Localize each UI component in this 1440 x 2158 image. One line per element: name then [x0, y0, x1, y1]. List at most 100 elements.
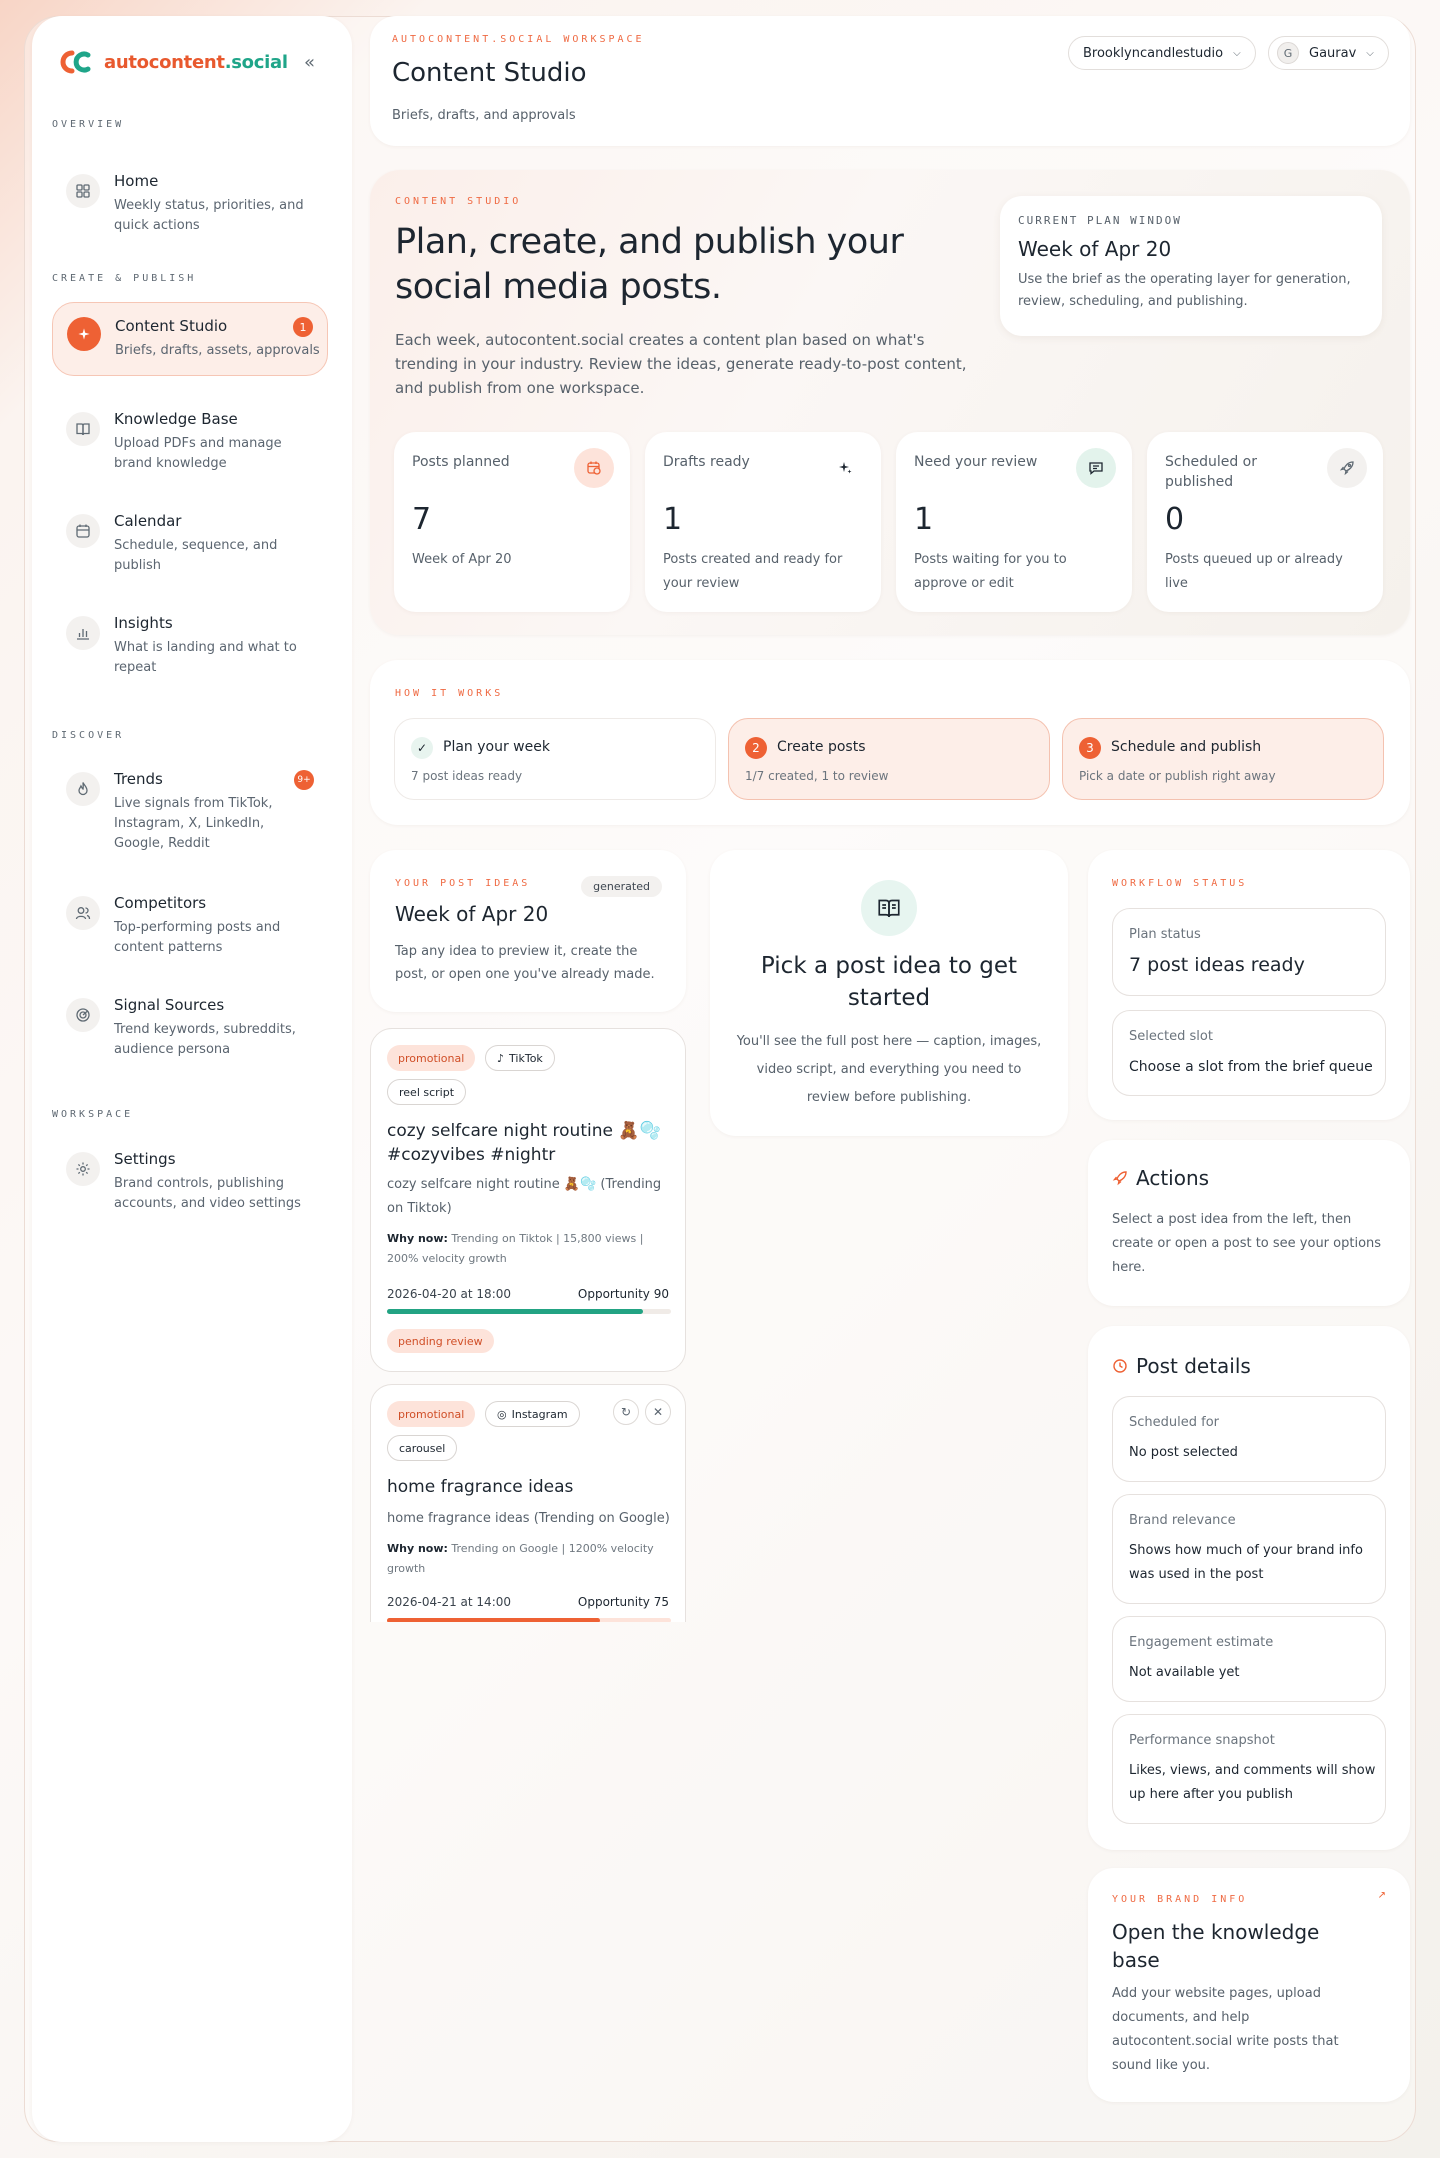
workflow-status: WORKFLOW STATUS Plan status 7 post ideas…	[1088, 850, 1410, 1120]
step-desc: 7 post ideas ready	[411, 769, 523, 783]
stat-label: Drafts ready	[663, 454, 750, 470]
stat-label: Scheduled or published	[1165, 454, 1257, 490]
nav-label: Competitors	[114, 894, 207, 912]
opportunity-fill	[387, 1618, 600, 1622]
sidebar-item-settings[interactable]: Settings Brand controls, publishing acco…	[52, 1134, 328, 1214]
sparkle-icon	[67, 317, 101, 351]
step-title: Plan your week	[443, 739, 550, 755]
sparkle-icon	[825, 448, 865, 488]
sidebar: autocontent.social « OVERVIEW Home Weekl…	[32, 16, 352, 2142]
collapse-sidebar-icon[interactable]: «	[304, 52, 315, 73]
avatar: G	[1277, 42, 1299, 64]
nav-desc: Brand controls, publishing accounts, and…	[114, 1176, 301, 1211]
tiktok-icon: ♪	[497, 1051, 505, 1065]
opportunity-bar	[387, 1309, 671, 1314]
sidebar-item-knowledge-base[interactable]: Knowledge Base Upload PDFs and manage br…	[52, 394, 328, 474]
nav-label: Settings	[114, 1150, 176, 1168]
box-label: Performance snapshot	[1129, 1733, 1275, 1748]
stat-drafts-ready: Drafts ready 1 Posts created and ready f…	[645, 432, 881, 612]
post-details: Post details Scheduled for No post selec…	[1088, 1326, 1410, 1850]
sidebar-item-trends[interactable]: Trends Live signals from TikTok, Instagr…	[52, 754, 328, 854]
box-label: Brand relevance	[1129, 1513, 1236, 1528]
status-badge: pending review	[387, 1329, 494, 1353]
close-icon[interactable]: ✕	[645, 1399, 671, 1425]
section-overview: OVERVIEW	[52, 119, 125, 130]
actions-desc: Select a post idea from the left, then c…	[1112, 1212, 1382, 1275]
step-title: Schedule and publish	[1111, 739, 1262, 755]
sidebar-item-home[interactable]: Home Weekly status, priorities, and quic…	[52, 156, 328, 248]
arrow-icon: ↗	[1377, 1890, 1386, 1901]
ideas-desc: Tap any idea to preview it, create the p…	[395, 944, 655, 982]
opportunity-bar	[387, 1618, 671, 1622]
sidebar-item-content-studio[interactable]: Content Studio Briefs, drafts, assets, a…	[52, 302, 328, 376]
post-title: cozy selfcare night routine 🧸🫧 #cozyvibe…	[387, 1121, 661, 1165]
nav-desc: Top-performing posts and content pattern…	[114, 920, 281, 955]
post-idea-card[interactable]: promotional ♪ TikTok reel script cozy sel…	[370, 1028, 686, 1372]
page-subtitle: Briefs, drafts, and approvals	[392, 108, 576, 123]
ideas-title: Week of Apr 20	[395, 902, 549, 926]
sidebar-item-competitors[interactable]: Competitors Top-performing posts and con…	[52, 878, 328, 958]
step-schedule-publish[interactable]: 3 Schedule and publish Pick a date or pu…	[1062, 718, 1384, 800]
plan-label: CURRENT PLAN WINDOW	[1018, 214, 1182, 227]
section-discover: DISCOVER	[52, 730, 125, 741]
plan-status-box: Plan status 7 post ideas ready	[1112, 908, 1386, 996]
actions-title: Actions	[1136, 1166, 1210, 1190]
post-why-now: Why now: Trending on Tiktok | 15,800 vie…	[387, 1232, 644, 1265]
flame-icon	[66, 772, 100, 806]
notification-badge: 1	[293, 317, 313, 337]
page-title: Content Studio	[392, 58, 587, 88]
post-idea-card[interactable]: promotional ◎ Instagram ↻ ✕ carousel home…	[370, 1384, 686, 1622]
stat-desc: Posts created and ready for your review	[663, 552, 843, 591]
plan-value: Week of Apr 20	[1018, 237, 1172, 261]
box-label: Plan status	[1129, 927, 1201, 942]
post-ideas-header: YOUR POST IDEAS generated Week of Apr 20…	[370, 850, 686, 1012]
brand-info-title: Open the knowledge base	[1112, 1920, 1320, 1972]
brand-name: autocontent.social	[104, 51, 288, 73]
nav-label: Signal Sources	[114, 996, 225, 1014]
open-book-icon	[861, 880, 917, 936]
calendar-clock-icon	[574, 448, 614, 488]
nav-desc: Trend keywords, subreddits, audience per…	[114, 1022, 296, 1057]
step-number: 3	[1079, 737, 1101, 759]
post-why-now: Why now: Trending on Google | 1200% velo…	[387, 1542, 654, 1575]
selected-slot-box[interactable]: Selected slot Choose a slot from the bri…	[1112, 1010, 1386, 1096]
notification-badge: 9+	[294, 770, 314, 790]
stat-value: 7	[412, 502, 432, 537]
stat-posts-planned: Posts planned 7 Week of Apr 20	[394, 432, 630, 612]
brand-logo[interactable]: autocontent.social	[58, 48, 288, 76]
user-menu[interactable]: G Gaurav ⌵	[1268, 36, 1389, 70]
status-badge: generated	[581, 876, 662, 897]
step-create-posts[interactable]: 2 Create posts 1/7 created, 1 to review	[728, 718, 1050, 800]
hero-title: Plan, create, and publish your social me…	[395, 222, 904, 307]
rocket-icon	[1327, 448, 1367, 488]
section-workspace: WORKSPACE	[52, 1109, 134, 1120]
grid-icon	[66, 174, 100, 208]
current-plan-card: CURRENT PLAN WINDOW Week of Apr 20 Use t…	[1000, 196, 1382, 336]
calendar-icon	[66, 514, 100, 548]
sidebar-item-signal-sources[interactable]: Signal Sources Trend keywords, subreddit…	[52, 980, 328, 1060]
sidebar-item-insights[interactable]: Insights What is landing and what to rep…	[52, 598, 328, 678]
brand-info-card[interactable]: YOUR BRAND INFO ↗ Open the knowledge bas…	[1088, 1868, 1410, 2102]
stat-value: 1	[663, 502, 683, 537]
hero-description: Each week, autocontent.social creates a …	[395, 331, 967, 397]
nav-desc: Briefs, drafts, assets, approvals	[115, 343, 320, 358]
section-create: CREATE & PUBLISH	[52, 273, 197, 284]
nav-label: Calendar	[114, 512, 182, 530]
box-value: No post selected	[1129, 1445, 1238, 1460]
stat-desc: Posts waiting for you to approve or edit	[914, 552, 1067, 591]
how-eyebrow: HOW IT WORKS	[395, 688, 504, 699]
ideas-eyebrow: YOUR POST IDEAS	[395, 878, 531, 889]
hero-eyebrow: CONTENT STUDIO	[395, 196, 522, 207]
workspace-switcher[interactable]: Brooklyncandlestudio ⌵	[1068, 36, 1256, 70]
sidebar-item-calendar[interactable]: Calendar Schedule, sequence, and publish	[52, 496, 328, 576]
detail-brand-relevance: Brand relevance Shows how much of your b…	[1112, 1494, 1386, 1604]
logo-icon	[60, 50, 91, 74]
nav-desc: What is landing and what to repeat	[114, 640, 297, 675]
platform-tag: ◎ Instagram	[485, 1401, 580, 1427]
check-icon: ✓	[411, 737, 433, 759]
nav-label: Content Studio	[115, 317, 228, 335]
nav-label: Knowledge Base	[114, 410, 238, 428]
refresh-icon[interactable]: ↻	[613, 1399, 639, 1425]
nav-label: Home	[114, 172, 159, 190]
step-plan-week[interactable]: ✓ Plan your week 7 post ideas ready	[394, 718, 716, 800]
